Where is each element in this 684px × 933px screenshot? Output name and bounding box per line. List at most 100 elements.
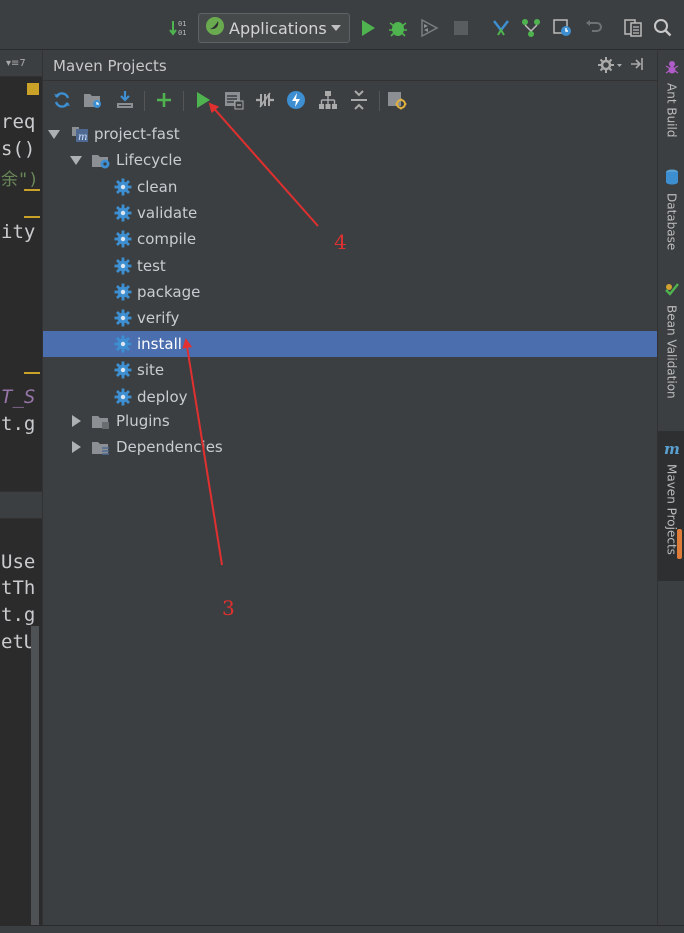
coverage-icon[interactable] [418,17,440,39]
run-maven-build-icon[interactable] [192,89,214,111]
skip-tests-icon[interactable] [285,89,307,111]
svg-text:01: 01 [178,20,186,28]
code-line[interactable]: t.g [1,604,35,626]
goal-label: package [137,282,201,301]
highlight-marker [24,216,40,218]
lifecycle-goal-clean[interactable]: clean [43,174,658,200]
maven-panel-header: Maven Projects [43,51,658,81]
highlight-marker [24,372,40,374]
gear-icon [114,230,132,248]
expand-arrow-icon[interactable] [70,155,82,165]
lifecycle-goal-test[interactable]: test [43,253,658,279]
plugins-folder-icon [91,411,111,431]
lifecycle-goal-validate[interactable]: validate [43,200,658,226]
project-structure-icon[interactable] [622,17,644,39]
gear-icon [114,257,132,275]
show-dependencies-icon[interactable] [317,89,339,111]
code-line[interactable]: T_S [1,386,35,408]
lifecycle-goal-deploy[interactable]: deploy [43,384,658,410]
annotation-label-install: 3 [222,596,235,620]
maven-toolbar [43,83,658,117]
download-icon[interactable] [114,89,136,111]
vcs-history-icon[interactable] [551,17,573,39]
tab-bean-validation[interactable]: Bean Validation [658,281,684,399]
editor-pane[interactable]: ▾≡7 req s() 余") ity T_S t.g Use tTh t.g … [0,51,42,933]
chevron-down-icon [331,25,341,31]
settings-gear-icon[interactable] [597,55,623,79]
right-tool-window-bar: Ant Build Database Bean Validation m Mav… [657,51,684,933]
add-icon[interactable] [153,89,175,111]
code-line[interactable]: ity [1,221,35,243]
code-line[interactable]: s() [1,138,35,160]
debug-icon[interactable] [387,17,409,39]
tab-label: Ant Build [664,83,679,138]
tree-node-plugins[interactable]: Plugins [43,408,658,434]
tree-node-dependencies[interactable]: Dependencies [43,434,658,460]
collapse-all-icon[interactable] [348,89,370,111]
lifecycle-goal-verify[interactable]: verify [43,305,658,331]
toggle-offline-icon[interactable] [254,89,276,111]
code-line[interactable]: 余") [1,165,38,190]
tab-label: Bean Validation [664,305,679,399]
tab-ant-build[interactable]: Ant Build [658,59,684,137]
tab-label: Database [664,193,679,251]
reimport-icon[interactable] [51,89,73,111]
run-configuration-dropdown[interactable]: Applications [198,13,350,43]
lifecycle-goal-compile[interactable]: compile [43,226,658,252]
maven-projects-panel: Maven Projects m project-fast Lifecycle … [42,51,658,933]
undo-icon[interactable] [582,17,604,39]
code-line[interactable]: Use [1,551,35,573]
gear-icon [114,309,132,327]
main-toolbar: 01 01 Applications [0,0,684,50]
expand-arrow-icon[interactable] [48,129,60,139]
active-tab-indicator [677,529,682,559]
ant-icon [664,59,680,79]
dependencies-folder-icon [91,437,111,457]
status-bar [0,925,684,933]
toolbar-separator [144,91,145,111]
panel-title: Maven Projects [53,57,167,75]
project-label: project-fast [94,125,180,143]
dependencies-label: Dependencies [116,438,223,456]
editor-tab-menu[interactable]: ▾≡7 [0,51,42,77]
vcs-commit-icon[interactable] [520,17,542,39]
editor-split-bar [0,491,42,519]
code-line[interactable]: req [1,111,35,133]
search-icon[interactable] [652,17,674,39]
goal-label: clean [137,178,178,196]
lifecycle-goal-site[interactable]: site [43,357,658,383]
highlight-marker [24,189,40,191]
vcs-update-icon[interactable] [490,17,512,39]
gear-icon [114,204,132,222]
gear-icon [114,178,132,196]
tree-node-project[interactable]: m project-fast [43,121,658,147]
expand-arrow-icon[interactable] [72,415,81,427]
lifecycle-label: Lifecycle [116,151,182,169]
maven-icon: m [663,440,681,460]
tab-database[interactable]: Database [658,169,684,250]
lifecycle-folder-icon [91,150,111,170]
goal-label: site [137,361,165,380]
sort-icon[interactable]: 01 01 [168,17,190,39]
run-icon[interactable] [357,17,379,39]
maven-settings-icon[interactable] [386,89,408,111]
goal-label: deploy [137,387,188,406]
bean-validation-icon [664,281,680,301]
expand-arrow-icon[interactable] [72,441,81,453]
plugins-label: Plugins [116,412,170,430]
lifecycle-goal-package[interactable]: package [43,279,658,305]
code-line[interactable]: tTh [1,577,35,599]
hide-panel-icon[interactable] [628,55,646,77]
tree-node-lifecycle[interactable]: Lifecycle [43,147,658,173]
run-configuration-label: Applications [229,18,327,38]
stop-icon[interactable] [450,17,472,39]
generate-sources-icon[interactable] [82,89,104,111]
gear-icon [114,361,132,379]
code-line[interactable]: t.g [1,413,35,435]
editor-scrollbar[interactable] [31,626,39,933]
toolbar-separator [183,91,184,111]
lifecycle-goal-install[interactable]: install [43,331,658,358]
execute-goal-icon[interactable] [223,89,245,111]
goal-label: install [137,335,182,354]
svg-text:m: m [664,442,680,456]
